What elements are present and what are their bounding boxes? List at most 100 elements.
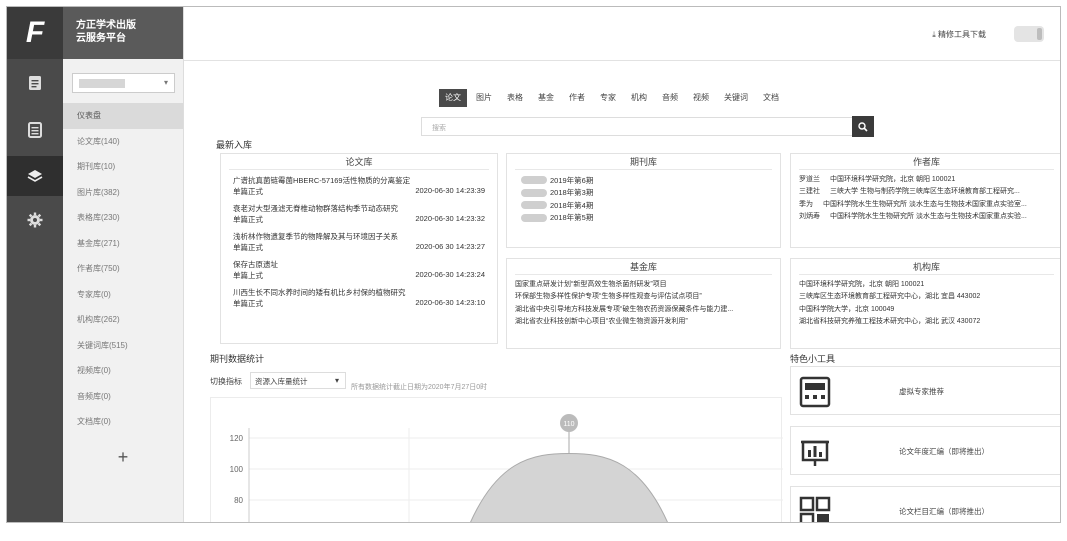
sidebar-item[interactable]: 文档库(0) bbox=[63, 409, 183, 435]
journal-row[interactable]: 2019年第6期 bbox=[521, 174, 780, 187]
author-org: 中国科学院水生生物研究所 淡水生态与生物技术国家重点实验室... bbox=[823, 200, 1027, 208]
app-window: F 方正学术出版 云服务平台 ▾ 仪表盘 论文库(140) 期刊库(10) 图片库(3… bbox=[6, 6, 1061, 523]
paper-title: 浅析林作物遗复季节的物降解及其与环境因子关系 bbox=[233, 232, 398, 241]
stats-chart: 120100806011015 bbox=[210, 397, 783, 522]
library-select[interactable]: ▾ bbox=[72, 73, 175, 93]
caret-down-icon: ▾ bbox=[334, 376, 339, 385]
redacted-cover bbox=[521, 176, 547, 185]
fund-row[interactable]: 国家重点研发计划“新型高效生物杀菌剂研发”项目 bbox=[515, 279, 772, 291]
sidebar-item[interactable]: 仪表盘 bbox=[63, 103, 183, 129]
redacted-cover bbox=[521, 201, 547, 210]
metric-select[interactable]: 资源入库量统计 ▾ bbox=[250, 372, 346, 389]
tool-label: 虚拟专家推荐 bbox=[899, 387, 944, 396]
tool-annual-compile[interactable]: 论文年度汇编（即将推出） bbox=[790, 426, 1060, 475]
tab-item[interactable]: 专家 bbox=[594, 89, 622, 107]
tab-item[interactable]: 作者 bbox=[563, 89, 591, 107]
sidebar-item[interactable]: 音频库(0) bbox=[63, 384, 183, 410]
sidebar-item[interactable]: 关键词库(515) bbox=[63, 333, 183, 359]
org-row[interactable]: 中国环境科学研究院，北京 朝阳 100021 bbox=[799, 279, 1054, 291]
journal-issue: 2018年第4期 bbox=[550, 200, 594, 210]
author-row[interactable]: 刘炳寿 中国科学院水生生物研究所 淡水生态与生物技术国家重点实验... bbox=[799, 211, 1054, 223]
paper-status: 单篇正式 bbox=[233, 215, 263, 224]
paper-row[interactable]: 川西生长不同水养时间的矮有机比乡村保的植物研究 单篇正式 2020-06-30 14… bbox=[229, 282, 489, 310]
tool-expert-recommend[interactable]: 虚拟专家推荐 bbox=[790, 366, 1060, 415]
chevron-down-icon: ▾ bbox=[163, 78, 168, 87]
org-row[interactable]: 中国科学院大学，北京 100049 bbox=[799, 304, 1054, 316]
author-row[interactable]: 罗道兰 中国环境科学研究院，北京 朝阳 100021 bbox=[799, 174, 1054, 186]
tab-item[interactable]: 关键词 bbox=[718, 89, 754, 107]
redacted-value bbox=[79, 79, 125, 88]
org-row[interactable]: 湖北省科技研究养殖工程技术研究中心，湖北 武汉 430072 bbox=[799, 316, 1054, 328]
paper-title: 川西生长不同水养时间的矮有机比乡村保的植物研究 bbox=[233, 288, 406, 297]
author-row[interactable]: 季为 中国科学院水生生物研究所 淡水生态与生物技术国家重点实验室... bbox=[799, 199, 1054, 211]
grid-blocks-icon bbox=[799, 496, 831, 522]
layers-icon[interactable] bbox=[7, 156, 63, 196]
journal-row[interactable]: 2018年第5期 bbox=[521, 212, 780, 225]
journals-card: 期刊库 2019年第6期 2018年第3期 2018年第4期 2018年第5期 bbox=[506, 153, 781, 248]
paper-date: 2020-06-30 14:23:10 bbox=[415, 298, 485, 307]
tab-item[interactable]: 文档 bbox=[757, 89, 785, 107]
tab-item[interactable]: 音频 bbox=[656, 89, 684, 107]
search-input[interactable]: 搜索 bbox=[421, 117, 859, 136]
download-tool-link[interactable]: ⤓ 精修工具下载 bbox=[932, 29, 986, 40]
list-doc-icon[interactable] bbox=[7, 110, 63, 150]
sidebar-item[interactable]: 论文库(140) bbox=[63, 129, 183, 155]
sidebar-item[interactable]: 专家库(0) bbox=[63, 282, 183, 308]
paper-row[interactable]: 广谱抗真菌链霉菌HBERC-57169活性物质的分离鉴定 单篇正式 2020-06-… bbox=[229, 170, 489, 198]
author-name: 季为 bbox=[799, 200, 813, 208]
tool-column-compile[interactable]: 论文栏目汇编（即将推出） bbox=[790, 486, 1060, 522]
y-tick-label: 100 bbox=[230, 465, 244, 474]
tool-label: 论文栏目汇编（即将推出） bbox=[899, 507, 989, 516]
journal-row[interactable]: 2018年第3期 bbox=[521, 187, 780, 200]
author-row[interactable]: 三建社 三峡大学 生物与制药学院三峡库区生态环境教育部工程研究... bbox=[799, 186, 1054, 198]
avatar[interactable] bbox=[1014, 26, 1044, 42]
y-tick-label: 80 bbox=[234, 496, 243, 505]
search-button[interactable] bbox=[852, 116, 874, 137]
tools-title: 特色小工具 bbox=[790, 354, 836, 364]
download-icon: ⤓ bbox=[932, 30, 936, 39]
tab-item[interactable]: 图片 bbox=[470, 89, 498, 107]
org-row[interactable]: 三峡库区生态环境教育部工程研究中心，湖北 宜昌 443002 bbox=[799, 291, 1054, 303]
fund-row[interactable]: 湖北省农业科技创新中心项目“农业微生物资源开发利用” bbox=[515, 316, 772, 328]
sidebar: 方正学术出版 云服务平台 ▾ 仪表盘 论文库(140) 期刊库(10) 图片库(382… bbox=[63, 7, 184, 522]
area-series bbox=[470, 452, 668, 522]
presentation-chart-icon bbox=[801, 440, 829, 466]
metric-select-value: 资源入库量统计 bbox=[255, 377, 308, 386]
sidebar-item[interactable]: 图片库(382) bbox=[63, 180, 183, 206]
top-bar: ⤓ 精修工具下载 bbox=[184, 7, 1060, 61]
add-library-button[interactable]: + bbox=[63, 447, 183, 468]
sidebar-item[interactable]: 期刊库(10) bbox=[63, 154, 183, 180]
paper-row[interactable]: 保存古原遗址 单篇上式 2020-06-30 14:23:24 bbox=[229, 254, 489, 282]
sidebar-item[interactable]: 作者库(750) bbox=[63, 256, 183, 282]
brand-line1: 方正学术出版 bbox=[76, 20, 136, 31]
tab-item[interactable]: 视频 bbox=[687, 89, 715, 107]
orgs-card: 机构库 中国环境科学研究院，北京 朝阳 100021 三峡库区生态环境教育部工程研… bbox=[790, 258, 1060, 349]
brand-title: 方正学术出版 云服务平台 bbox=[63, 7, 183, 59]
sidebar-item[interactable]: 基金库(271) bbox=[63, 231, 183, 257]
fund-row[interactable]: 环保部生物多样性保护专项“生物多样性观查与评估试点项目” bbox=[515, 291, 772, 303]
paper-status: 单篇上式 bbox=[233, 271, 263, 280]
sidebar-item[interactable]: 机构库(262) bbox=[63, 307, 183, 333]
author-name: 三建社 bbox=[799, 188, 820, 196]
document-icon[interactable] bbox=[7, 63, 63, 103]
fund-row[interactable]: 湖北省中央引导地方科技发展专项“破生物农药资源保藏条件与能力建... bbox=[515, 304, 772, 316]
journal-issue: 2018年第5期 bbox=[550, 213, 594, 223]
paper-row[interactable]: 衰老对大型溞滤无脊椎动物群落结构季节动态研究 单篇正式 2020-06-30 14:… bbox=[229, 198, 489, 226]
tab-item[interactable]: 论文 bbox=[439, 89, 467, 107]
sidebar-item[interactable]: 表格库(230) bbox=[63, 205, 183, 231]
brand-line2: 云服务平台 bbox=[76, 33, 126, 44]
tab-item[interactable]: 机构 bbox=[625, 89, 653, 107]
stats-note: 所有数据统计截止日期为2020年7月27日0时 bbox=[351, 384, 488, 391]
tab-item[interactable]: 基金 bbox=[532, 89, 560, 107]
sidebar-item[interactable]: 视频库(0) bbox=[63, 358, 183, 384]
peak-label: 110 bbox=[563, 421, 574, 428]
gear-icon[interactable] bbox=[7, 200, 63, 240]
download-label: 精修工具下载 bbox=[938, 30, 986, 39]
switch-metric-label: 切换指标 bbox=[210, 377, 242, 386]
journal-row[interactable]: 2018年第4期 bbox=[521, 199, 780, 212]
paper-status: 单篇正式 bbox=[233, 299, 263, 308]
paper-row[interactable]: 浅析林作物遗复季节的物降解及其与环境因子关系 单篇正式 2020-06 30 14:… bbox=[229, 226, 489, 254]
paper-status: 单篇正式 bbox=[233, 243, 263, 252]
tab-item[interactable]: 表格 bbox=[501, 89, 529, 107]
author-name: 罗道兰 bbox=[799, 176, 820, 183]
